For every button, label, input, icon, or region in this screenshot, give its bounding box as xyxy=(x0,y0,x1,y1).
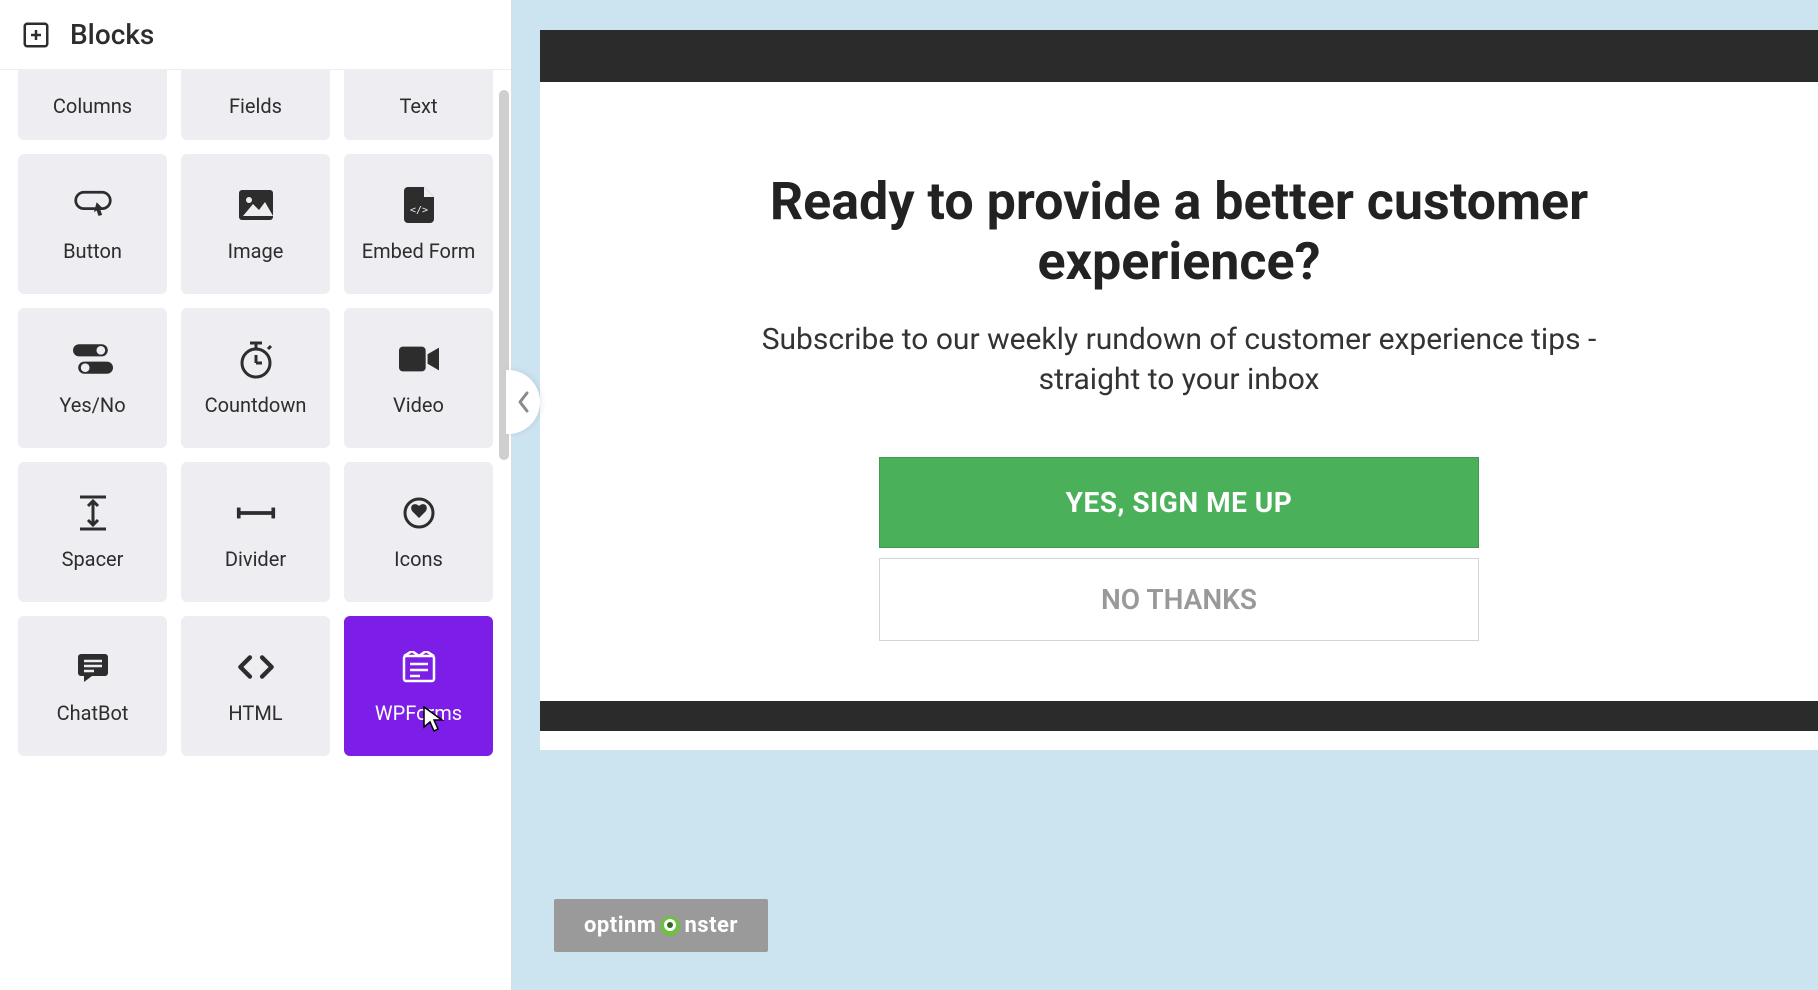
html-icon xyxy=(236,647,276,687)
button-icon xyxy=(73,185,113,225)
divider-icon xyxy=(236,493,276,533)
block-label: Spacer xyxy=(62,547,124,571)
block-label: Yes/No xyxy=(59,393,125,417)
cta-secondary-button[interactable]: NO THANKS xyxy=(879,558,1479,641)
popup-preview: Ready to provide a better customer exper… xyxy=(540,30,1818,750)
block-label: Fields xyxy=(229,94,282,118)
block-countdown[interactable]: Countdown xyxy=(181,308,330,448)
icons-icon xyxy=(399,493,439,533)
block-spacer[interactable]: Spacer xyxy=(18,462,167,602)
block-label: HTML xyxy=(228,701,282,725)
preview-headline[interactable]: Ready to provide a better customer exper… xyxy=(740,172,1618,292)
monster-icon xyxy=(658,914,682,938)
block-chatbot[interactable]: ChatBot xyxy=(18,616,167,756)
block-divider[interactable]: Divider xyxy=(181,462,330,602)
collapse-sidebar-button[interactable] xyxy=(506,370,540,434)
image-icon xyxy=(236,185,276,225)
block-columns[interactable]: Columns xyxy=(18,70,167,140)
wpforms-icon xyxy=(399,647,439,687)
block-image[interactable]: Image xyxy=(181,154,330,294)
block-label: Image xyxy=(228,239,284,263)
chevron-left-icon xyxy=(516,390,530,414)
block-fields[interactable]: Fields xyxy=(181,70,330,140)
brand-text-suffix: nster xyxy=(684,913,738,938)
sidebar-title: Blocks xyxy=(70,18,154,51)
chatbot-icon xyxy=(73,647,113,687)
block-icons[interactable]: Icons xyxy=(344,462,493,602)
block-video[interactable]: Video xyxy=(344,308,493,448)
svg-text:</>: </> xyxy=(409,205,427,216)
block-label: Icons xyxy=(394,547,443,571)
block-label: Button xyxy=(63,239,122,263)
optinmonster-badge[interactable]: optinm nster xyxy=(554,899,768,952)
sidebar-header: Blocks xyxy=(0,0,511,70)
preview-topbar xyxy=(540,30,1818,82)
block-html[interactable]: HTML xyxy=(181,616,330,756)
embed-form-icon: </> xyxy=(399,185,439,225)
block-label: Text xyxy=(399,94,437,118)
video-icon xyxy=(399,339,439,379)
block-wpforms[interactable]: WPForms xyxy=(344,616,493,756)
block-text[interactable]: Text xyxy=(344,70,493,140)
spacer-icon xyxy=(73,493,113,533)
block-label: Video xyxy=(393,393,444,417)
cta-primary-button[interactable]: YES, SIGN ME UP xyxy=(879,457,1479,548)
block-embed-form[interactable]: </> Embed Form xyxy=(344,154,493,294)
block-label: Columns xyxy=(53,94,132,118)
block-button[interactable]: Button xyxy=(18,154,167,294)
preview-subtext[interactable]: Subscribe to our weekly rundown of custo… xyxy=(740,320,1618,401)
blocks-sidebar: Blocks Columns Fields Text Button xyxy=(0,0,512,990)
block-label: WPForms xyxy=(375,701,462,725)
preview-content: Ready to provide a better customer exper… xyxy=(540,82,1818,701)
block-label: Divider xyxy=(225,547,286,571)
block-label: Embed Form xyxy=(362,239,476,263)
add-block-icon xyxy=(20,19,52,51)
block-label: Countdown xyxy=(205,393,307,417)
block-label: ChatBot xyxy=(57,701,129,725)
yesno-icon xyxy=(73,339,113,379)
preview-canvas[interactable]: Ready to provide a better customer exper… xyxy=(540,30,1818,990)
brand-text-prefix: optinm xyxy=(584,913,656,938)
blocks-list[interactable]: Columns Fields Text Button xyxy=(0,70,511,990)
preview-bottombar xyxy=(540,701,1818,731)
block-yesno[interactable]: Yes/No xyxy=(18,308,167,448)
countdown-icon xyxy=(236,339,276,379)
